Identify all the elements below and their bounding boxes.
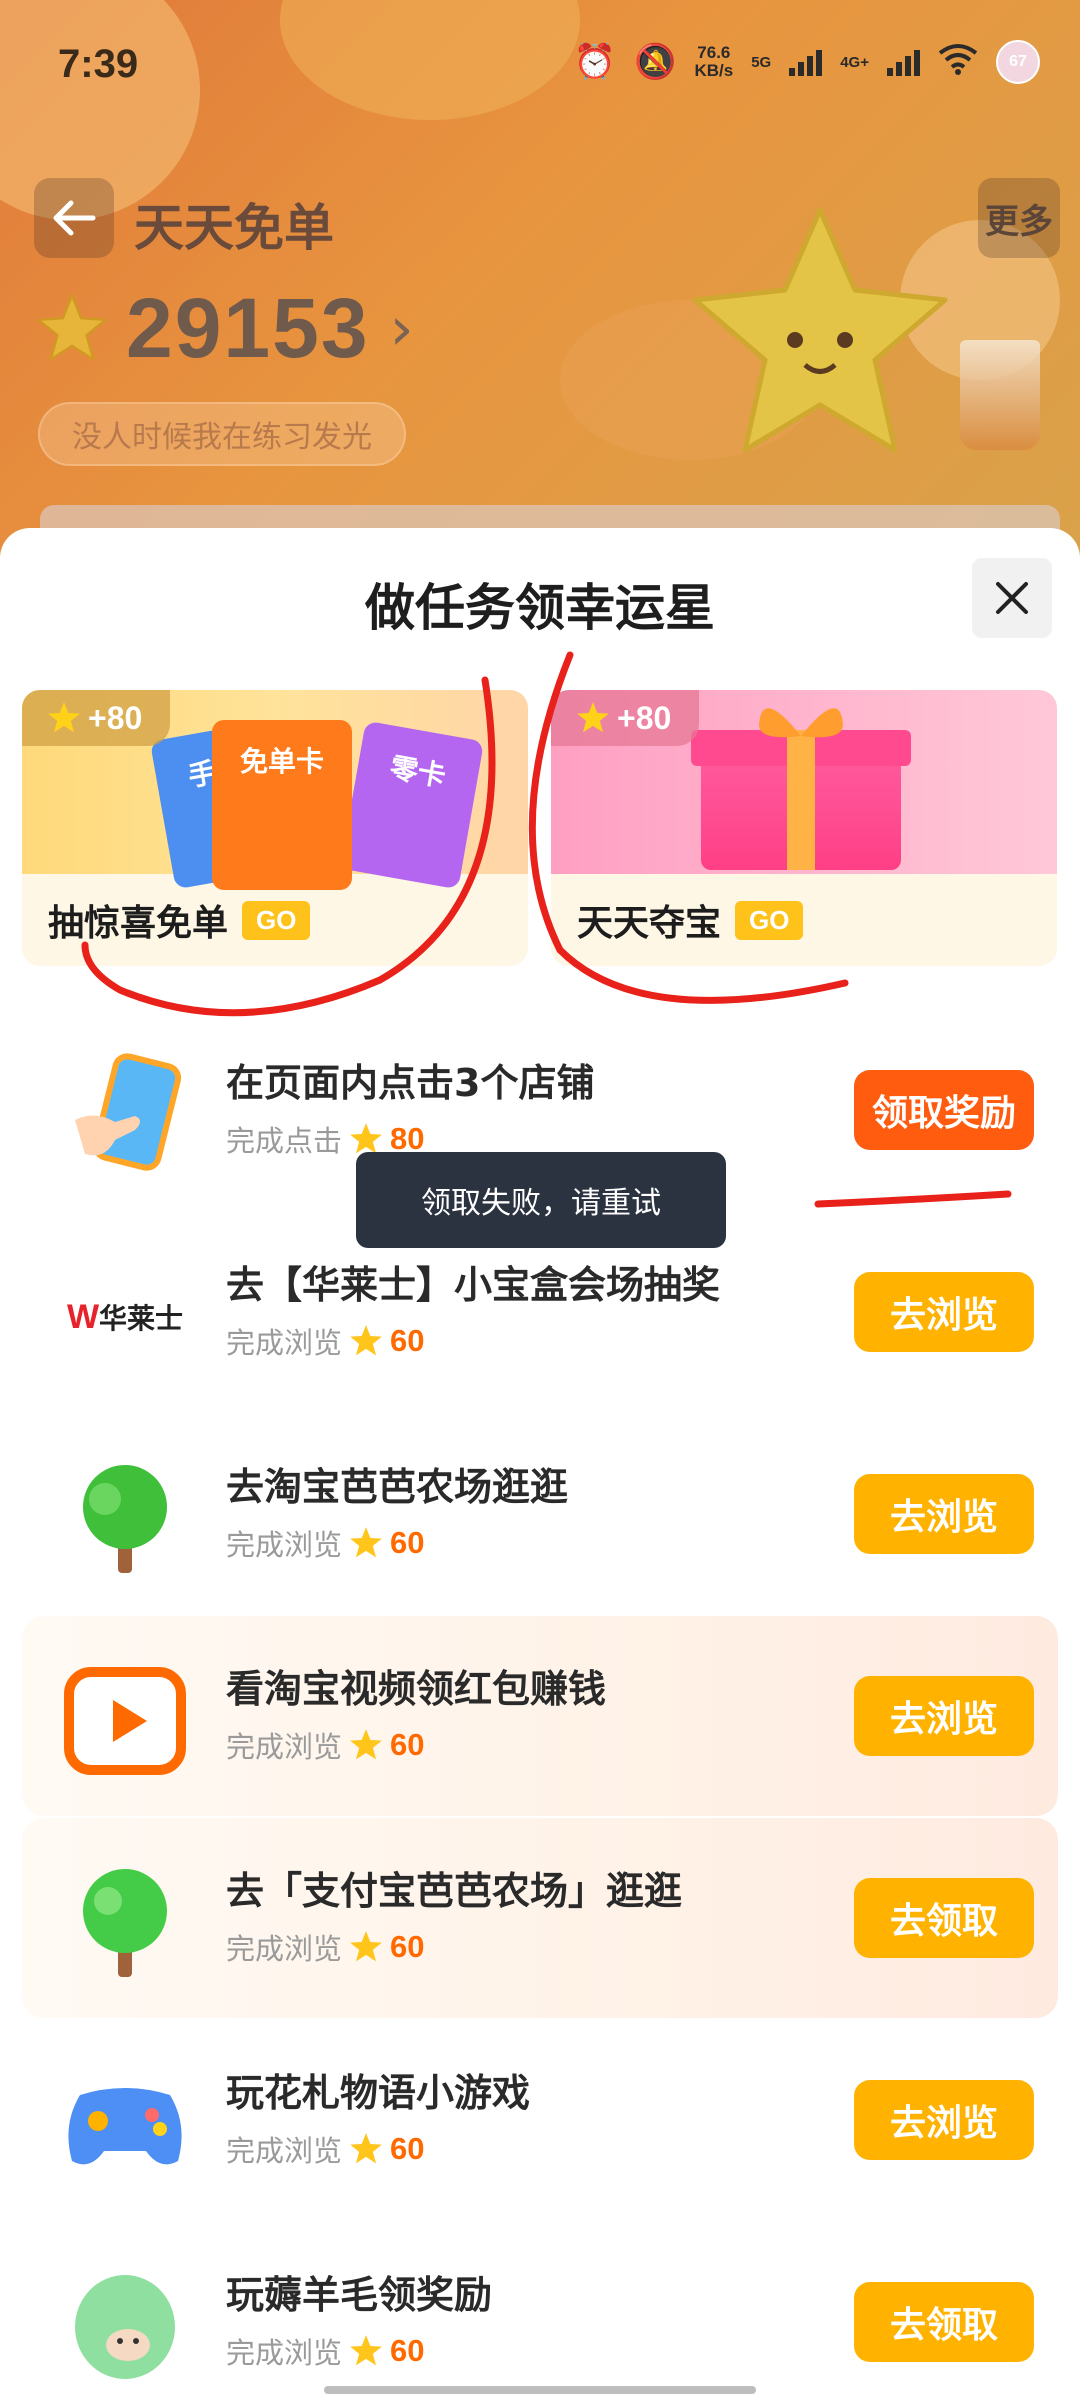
go-tag: GO	[735, 900, 804, 940]
task-title: 在页面内点击3个店铺	[226, 1061, 595, 1105]
task-subtitle: 完成浏览 60	[226, 1727, 425, 1764]
claim-reward-button[interactable]: 领取奖励	[854, 1070, 1034, 1150]
star-icon	[350, 1527, 382, 1558]
browse-button[interactable]: 去浏览	[854, 1272, 1034, 1352]
bow-icon	[759, 708, 843, 738]
signal-bars-icon	[789, 48, 823, 76]
task-title: 去【华莱士】小宝盒会场抽奖	[226, 1263, 721, 1307]
alarm-icon: ⏰	[573, 43, 617, 81]
promo-badge: +80	[22, 690, 171, 746]
net-speed: 76.6 KB/s	[694, 43, 734, 80]
wifi-icon	[938, 43, 978, 81]
star-count-value: 29153	[126, 281, 370, 375]
signal-bars-2-icon	[887, 48, 920, 76]
signal-5g-label: 5G	[751, 53, 772, 71]
task-subtitle: 完成浏览 60	[226, 1929, 425, 1966]
star-icon	[577, 702, 609, 733]
error-toast: 领取失败，请重试	[356, 1152, 726, 1248]
wallace-logo: W 华莱士	[66, 1297, 184, 1336]
gamepad-icon	[50, 2060, 200, 2190]
page-title: 天天免单	[134, 199, 334, 257]
back-arrow-icon	[53, 200, 96, 236]
task-sheet: 做任务领幸运星 手零 零卡 免单卡 +80 抽惊喜免单 GO +80	[0, 528, 1080, 2400]
star-icon	[350, 1729, 382, 1760]
status-avatar: 67	[996, 40, 1040, 84]
star-icon	[48, 702, 80, 733]
tap-phone-icon	[50, 1050, 200, 1180]
promo-card-treasure[interactable]: +80 天天夺宝 GO	[551, 690, 1057, 966]
star-icon	[37, 293, 107, 361]
claim-button[interactable]: 去领取	[854, 1878, 1034, 1958]
task-title: 玩花札物语小游戏	[226, 2071, 531, 2115]
task-points: 60	[390, 1323, 425, 1358]
promo-card-free-order[interactable]: 手零 零卡 免单卡 +80 抽惊喜免单 GO	[22, 690, 528, 966]
task-row: 玩薅羊毛领奖励 完成浏览 60 去领取	[0, 2222, 1080, 2400]
task-row: 看淘宝视频领红包赚钱 完成浏览 60 去浏览	[22, 1616, 1058, 1816]
card-3: 零卡	[339, 720, 485, 890]
tree-icon	[50, 1454, 200, 1584]
go-tag: GO	[242, 900, 311, 940]
task-title: 看淘宝视频领红包赚钱	[226, 1667, 607, 1711]
status-bar: 7:39 ⏰ 🔕 76.6 KB/s 5G 4G+ 67	[0, 0, 1080, 130]
task-subtitle: 完成浏览 60	[226, 1323, 425, 1360]
task-row: 去淘宝芭芭农场逛逛 完成浏览 60 去浏览	[0, 1414, 1080, 1614]
close-button[interactable]	[972, 558, 1052, 638]
status-time: 7:39	[58, 42, 139, 86]
more-button[interactable]: 更多	[978, 178, 1060, 258]
sheet-title: 做任务领幸运星	[365, 579, 715, 637]
task-subtitle: 完成浏览 60	[226, 1525, 425, 1562]
claim-button[interactable]: 去领取	[854, 2282, 1034, 2362]
task-subtitle: 完成浏览 60	[226, 2333, 425, 2370]
w-logo-icon: W	[66, 1297, 100, 1336]
task-points: 60	[390, 1727, 425, 1762]
tree-icon	[50, 1858, 200, 1988]
close-icon	[996, 582, 1028, 614]
task-points: 60	[390, 2131, 425, 2166]
star-icon	[350, 1325, 382, 1356]
task-points: 60	[390, 1525, 425, 1560]
signal-4g-label: 4G+	[840, 53, 869, 71]
star-icon	[350, 2335, 382, 2366]
background-header: 7:39 ⏰ 🔕 76.6 KB/s 5G 4G+ 67 天天免单 更多 291…	[0, 0, 1080, 560]
chevron-right-icon: ›	[389, 293, 414, 364]
browse-button[interactable]: 去浏览	[854, 1676, 1034, 1756]
browse-button[interactable]: 去浏览	[854, 2080, 1034, 2160]
mute-icon: 🔕	[634, 43, 677, 81]
card-2: 免单卡	[212, 720, 352, 890]
home-indicator[interactable]	[324, 2386, 756, 2394]
task-title: 去淘宝芭芭农场逛逛	[226, 1465, 569, 1509]
promo-label: 天天夺宝	[577, 903, 722, 944]
task-subtitle: 完成浏览 60	[226, 2131, 425, 2168]
video-play-icon	[50, 1656, 200, 1786]
task-title: 玩薅羊毛领奖励	[226, 2273, 493, 2317]
star-mascot-illustration	[692, 207, 948, 453]
browse-button[interactable]: 去浏览	[854, 1474, 1034, 1554]
task-title: 去「支付宝芭芭农场」逛逛	[226, 1869, 683, 1913]
cup-illustration	[960, 340, 1040, 450]
task-row: 去「支付宝芭芭农场」逛逛 完成浏览 60 去领取	[22, 1818, 1058, 2018]
promo-label: 抽惊喜免单	[48, 903, 229, 944]
back-button[interactable]	[34, 178, 114, 258]
motto-pill: 没人时候我在练习发光	[38, 402, 406, 466]
task-points: 60	[390, 1929, 425, 1964]
star-icon	[350, 2133, 382, 2164]
task-row: 玩花札物语小游戏 完成浏览 60 去浏览	[0, 2020, 1080, 2220]
sheep-icon	[50, 2262, 200, 2392]
promo-badge: +80	[551, 690, 700, 746]
star-icon	[350, 1931, 382, 1962]
status-icons: ⏰ 🔕 76.6 KB/s 5G 4G+ 67	[574, 40, 1040, 84]
task-points: 60	[390, 2333, 425, 2368]
star-balance[interactable]: 29153 ›	[34, 280, 414, 377]
